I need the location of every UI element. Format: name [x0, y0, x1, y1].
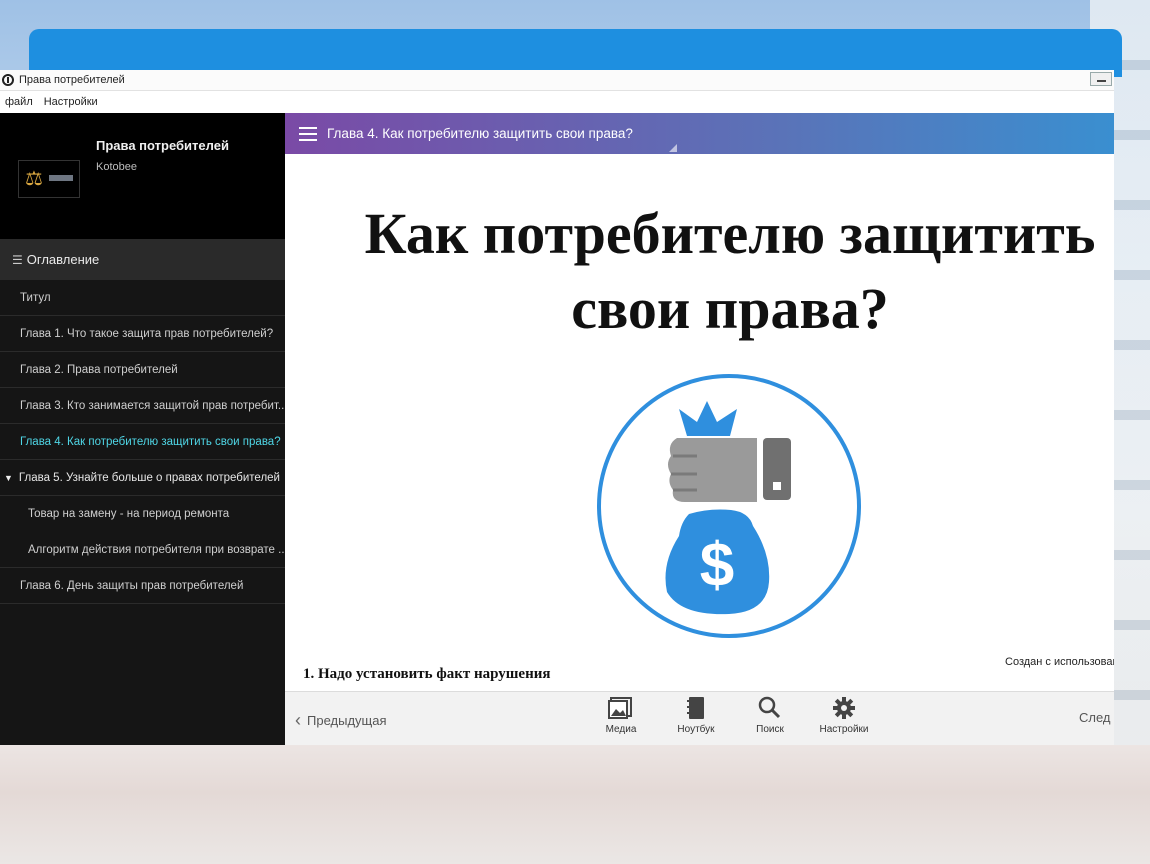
app-logo-icon — [2, 74, 14, 86]
book-title: Права потребителей — [96, 138, 229, 153]
section-heading: 1. Надо установить факт нарушения — [303, 666, 551, 682]
toc-item-title[interactable]: Титул — [0, 280, 285, 316]
toc-item-chapter-6[interactable]: Глава 6. День защиты прав потребителей — [0, 568, 285, 604]
bottom-toolbar: ‹ Предыдущая Медиа Ноутбук Поиск Настрой… — [285, 691, 1114, 745]
media-icon — [608, 697, 632, 719]
chapter-title: Глава 4. Как потребителю защитить свои п… — [327, 126, 633, 141]
settings-button[interactable]: Настройки — [814, 696, 874, 735]
book-page: Как потребителю защитить свои права? $ С… — [285, 154, 1114, 691]
gear-icon — [833, 697, 855, 719]
money-bag-hand-icon: $ — [597, 374, 861, 638]
title-bar: Права потребителей — [0, 70, 1114, 91]
svg-text:$: $ — [700, 531, 734, 600]
hamburger-menu-icon[interactable] — [299, 123, 317, 145]
toc-header[interactable]: ☰ Оглавление — [0, 239, 285, 280]
creator-note: Создан с использован — [1005, 656, 1114, 668]
search-label: Поиск — [756, 724, 784, 735]
chevron-left-icon: ‹ — [295, 710, 301, 730]
toc-header-label: Оглавление — [26, 252, 100, 267]
book-author: Kotobee — [96, 161, 137, 173]
page-heading-line-2: свои права? — [571, 276, 889, 341]
menu-file[interactable]: файл — [0, 96, 39, 108]
toc-subitem-replacement[interactable]: Товар на замену - на период ремонта — [0, 496, 285, 532]
previous-label: Предыдущая — [307, 713, 387, 728]
scales-icon: ⚖ — [25, 168, 43, 190]
page-heading: Как потребителю защитить свои права? — [285, 196, 1114, 346]
app-content: ⚖ Права потребителей Kotobee ☰ Оглавлени… — [0, 113, 1114, 745]
toc-subitem-algorithm[interactable]: Алгоритм действия потребителя при возвра… — [0, 532, 285, 568]
toc-item-chapter-2[interactable]: Глава 2. Права потребителей — [0, 352, 285, 388]
notebook-label: Ноутбук — [677, 724, 715, 735]
caret-down-icon[interactable]: ▼ — [4, 473, 13, 483]
window-title: Права потребителей — [19, 74, 125, 86]
menu-settings[interactable]: Настройки — [39, 96, 104, 108]
reader-pane: Глава 4. Как потребителю защитить свои п… — [285, 113, 1114, 745]
next-button[interactable]: След — [1079, 710, 1111, 725]
cover-caption-bar — [49, 175, 73, 181]
page-heading-line-1: Как потребителю защитить — [364, 201, 1096, 266]
search-button[interactable]: Поиск — [740, 696, 800, 735]
toc-item-chapter-5[interactable]: ▼ Глава 5. Узнайте больше о правах потре… — [0, 460, 285, 496]
notebook-icon — [687, 697, 704, 719]
toc-item-chapter-4[interactable]: Глава 4. Как потребителю защитить свои п… — [0, 424, 285, 460]
minimize-button[interactable] — [1090, 72, 1112, 86]
sidebar: ⚖ Права потребителей Kotobee ☰ Оглавлени… — [0, 113, 285, 745]
toc-item-label: Глава 5. Узнайте больше о правах потреби… — [18, 471, 280, 484]
chapter-header: Глава 4. Как потребителю защитить свои п… — [285, 113, 1114, 154]
previous-button[interactable]: ‹ Предыдущая — [295, 710, 387, 731]
resize-corner-icon — [669, 144, 677, 152]
toc-item-chapter-1[interactable]: Глава 1. Что такое защита прав потребите… — [0, 316, 285, 352]
book-info: ⚖ Права потребителей Kotobee — [0, 113, 285, 239]
settings-label: Настройки — [819, 724, 869, 735]
menu-bar: файл Настройки — [0, 91, 1114, 114]
book-cover[interactable]: ⚖ — [18, 160, 80, 198]
list-icon: ☰ — [12, 252, 23, 267]
notebook-button[interactable]: Ноутбук — [666, 696, 726, 735]
media-button[interactable]: Медиа — [591, 696, 651, 735]
app-window: Права потребителей файл Настройки ⚖ Прав… — [0, 70, 1114, 745]
media-label: Медиа — [605, 724, 637, 735]
toc-item-chapter-3[interactable]: Глава 3. Кто занимается защитой прав пот… — [0, 388, 285, 424]
background-road — [0, 745, 1150, 864]
search-icon — [758, 696, 781, 719]
